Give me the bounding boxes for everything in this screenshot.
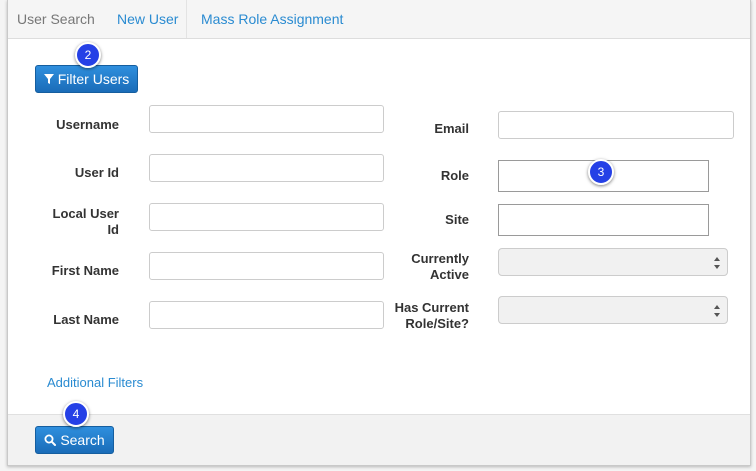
has-current-role-site-select[interactable]	[498, 296, 728, 324]
email-input[interactable]	[498, 111, 734, 139]
callout-badge-3: 3	[588, 159, 614, 185]
last-name-label: Last Name	[53, 312, 119, 327]
has-current-role-site-label: Has Current Role/Site?	[368, 300, 469, 332]
filter-users-button[interactable]: Filter Users	[35, 65, 138, 93]
filter-users-label: Filter Users	[57, 71, 130, 87]
username-input[interactable]	[149, 105, 384, 133]
user-id-label: User Id	[74, 165, 119, 180]
search-button[interactable]: Search	[35, 426, 114, 454]
has-current-role-site-label-line2: Role/Site?	[405, 316, 469, 331]
site-label: Site	[445, 212, 469, 227]
local-user-id-label-line1: Local User	[52, 206, 119, 221]
email-label: Email	[434, 121, 469, 136]
select-arrows-icon	[713, 304, 721, 318]
username-label: Username	[56, 117, 119, 132]
user-search-panel: User Search New User Mass Role Assignmen…	[7, 0, 751, 466]
callout-badge-4: 4	[63, 401, 89, 427]
nav-divider	[186, 0, 187, 38]
additional-filters-link[interactable]: Additional Filters	[47, 375, 143, 390]
first-name-label: First Name	[51, 263, 119, 278]
local-user-id-label: Local User Id	[28, 206, 119, 238]
form-footer	[8, 414, 750, 465]
local-user-id-input[interactable]	[149, 203, 384, 231]
currently-active-label-line2: Active	[429, 267, 469, 282]
local-user-id-label-line2: Id	[107, 222, 119, 237]
last-name-input[interactable]	[149, 301, 384, 329]
tab-new-user[interactable]: New User	[117, 0, 178, 38]
tab-user-search[interactable]: User Search	[17, 0, 95, 38]
first-name-input[interactable]	[149, 252, 384, 280]
role-label: Role	[440, 168, 469, 183]
search-label: Search	[60, 432, 105, 448]
tab-mass-role-assignment[interactable]: Mass Role Assignment	[201, 0, 343, 38]
search-icon	[44, 434, 57, 446]
currently-active-label-line1: Currently	[411, 251, 469, 266]
callout-badge-2: 2	[75, 42, 101, 68]
currently-active-label: Currently Active	[368, 251, 469, 283]
user-id-input[interactable]	[149, 154, 384, 182]
has-current-role-site-label-line1: Has Current	[394, 300, 469, 315]
currently-active-select[interactable]	[498, 248, 728, 276]
top-nav: User Search New User Mass Role Assignmen…	[8, 0, 750, 39]
site-input[interactable]	[498, 204, 709, 236]
select-arrows-icon	[713, 256, 721, 270]
filter-icon	[43, 74, 54, 84]
